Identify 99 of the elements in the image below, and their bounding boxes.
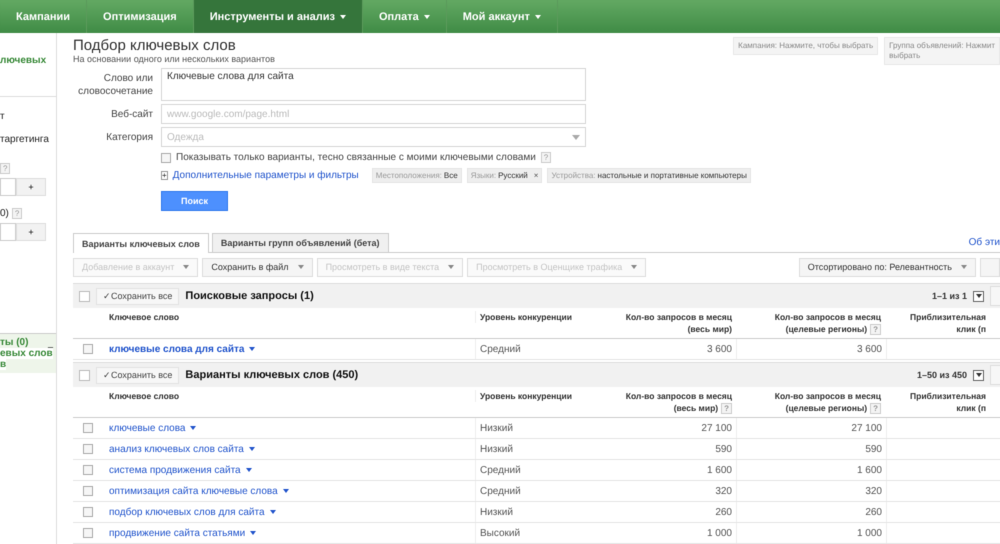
pagination-text: 1–50 из 450 (916, 370, 967, 380)
table-cell: 590 (737, 439, 887, 459)
table-cell: 590 (590, 439, 737, 459)
table-cell: Высокий (475, 523, 590, 543)
table-cell: 3 600 (737, 339, 887, 359)
keyword-link[interactable]: ключевые слова (103, 418, 475, 438)
table-cell: 260 (737, 502, 887, 522)
keyword-link[interactable]: оптимизация сайта ключевые слова (103, 481, 475, 501)
keyword-link[interactable]: ключевые слова для сайта (103, 339, 475, 359)
save-all-button[interactable]: ✓Сохранить все (96, 366, 180, 384)
table-cell: 1 000 (737, 523, 887, 543)
row-checkbox[interactable] (83, 507, 93, 517)
picker-button[interactable]: Группа объявлений: Нажмит выбрать (884, 37, 1000, 65)
nav-tab[interactable]: Оплата (362, 0, 447, 33)
panel-link[interactable]: в (0, 359, 6, 370)
section-title: Варианты ключевых слов (450) (185, 369, 358, 381)
caret-icon (183, 265, 190, 269)
field-label: 0) (0, 208, 9, 218)
about-link[interactable]: Об эти (968, 237, 1000, 248)
caret-icon (298, 265, 304, 269)
column-header[interactable]: Кол-во запросов в месяц (целевые регионы) ? (736, 390, 885, 414)
plus-button[interactable]: + (16, 178, 46, 196)
collapse-icon[interactable] (79, 370, 90, 380)
table-cell: Низкий (475, 418, 590, 438)
table-cell: 320 (590, 481, 737, 501)
sidebar-text: таргетинга (0, 134, 49, 145)
results-tab[interactable]: Варианты ключевых слов (73, 233, 209, 253)
keyword-link[interactable]: подбор ключевых слов для сайта (103, 502, 475, 522)
section-title: Поисковые запросы (1) (185, 290, 314, 302)
caret-icon (961, 265, 967, 269)
save-all-button[interactable]: ✓Сохранить все (96, 288, 180, 304)
table-cell: Средний (475, 481, 590, 501)
nav-tab[interactable]: Мой аккаунт (446, 0, 558, 33)
field-label: Веб-сайт (110, 108, 154, 121)
website-field[interactable]: www.google.com/page.html (161, 104, 586, 124)
caret-icon (631, 265, 638, 269)
column-header[interactable]: Кол-во запросов в месяц (целевые регионы) ? (736, 311, 885, 335)
column-header[interactable]: Кол-во запросов в месяц (весь мир) ? (590, 390, 736, 414)
keyword-field[interactable]: Ключевые слова для сайта (161, 68, 586, 101)
field-label: Категория (105, 131, 154, 144)
panel-link[interactable]: евых слов (0, 348, 53, 359)
panel-title: ты (0) (0, 337, 28, 348)
row-checkbox[interactable] (83, 344, 93, 354)
checkbox[interactable] (161, 152, 171, 162)
page-subtitle: На основании одного или нескольких вариантов (73, 54, 276, 64)
table-cell: 3 600 (590, 339, 737, 359)
row-checkbox[interactable] (83, 465, 93, 475)
sidebar-link[interactable]: лючевых (0, 55, 46, 66)
filter-chip[interactable]: Языки: Русский × (466, 168, 542, 183)
input-field[interactable] (0, 223, 16, 241)
keyword-link[interactable]: продвижение сайта статьями (103, 523, 475, 543)
pagination-text: 1–1 из 1 (932, 291, 967, 301)
table-cell: 1 600 (737, 460, 887, 480)
row-checkbox[interactable] (83, 486, 93, 496)
filter-chip[interactable]: Местоположения: Все (372, 168, 462, 183)
page-title: Подбор ключевых слов (73, 37, 237, 54)
collapse-button[interactable]: _ (44, 338, 56, 348)
picker-button[interactable]: Кампания: Нажмите, чтобы выбрать (733, 37, 878, 55)
results-tab[interactable]: Варианты групп объявлений (бета) (212, 233, 389, 252)
nav-tab[interactable]: Кампании (0, 0, 88, 33)
dropdown-button[interactable] (973, 290, 984, 302)
row-checkbox[interactable] (83, 444, 93, 454)
table-cell: Средний (475, 460, 590, 480)
sort-button[interactable]: Отсортировано по: Релевантность (798, 258, 976, 276)
keyword-link[interactable]: система продвижения сайта (103, 460, 475, 480)
caret-icon (572, 134, 580, 140)
plus-button[interactable]: + (16, 223, 46, 241)
dropdown-button[interactable] (973, 370, 984, 380)
column-header[interactable]: Приблизительная клик (п (885, 390, 986, 414)
column-header[interactable]: Уровень конкуренции (475, 390, 590, 402)
expand-icon[interactable]: + (161, 171, 168, 180)
filters-link[interactable]: Дополнительные параметры и фильтры (172, 170, 359, 181)
toolbar-button[interactable] (980, 258, 1000, 276)
table-cell: 320 (737, 481, 887, 501)
row-checkbox[interactable] (83, 423, 93, 433)
table-cell: Средний (475, 339, 590, 359)
table-cell: Низкий (475, 439, 590, 459)
row-checkbox[interactable] (83, 528, 93, 538)
table-cell: 27 100 (737, 418, 887, 438)
checkbox-label: Показывать только варианты, тесно связанные с моими ключевыми словами (176, 152, 536, 163)
keyword-link[interactable]: анализ ключевых слов сайта (103, 439, 475, 459)
collapse-icon[interactable] (79, 290, 90, 302)
field-label: Слово или словосочетание (77, 72, 154, 98)
caret-icon (448, 265, 454, 269)
table-cell: 260 (590, 502, 737, 522)
column-header[interactable]: Приблизительная клик (п (885, 311, 986, 335)
nav-tab[interactable]: Инструменты и анализ (194, 0, 363, 33)
column-header[interactable]: Кол-во запросов в месяц (весь мир) (590, 311, 736, 335)
column-header[interactable]: Ключевое слово (103, 390, 475, 402)
column-header[interactable]: Ключевое слово (103, 311, 475, 323)
table-cell: 1 600 (590, 460, 737, 480)
toolbar-button[interactable]: Сохранить в файл (202, 258, 313, 276)
filter-chip[interactable]: Устройства: настольные и портативные компьютеры (547, 168, 751, 183)
column-header[interactable]: Уровень конкуренции (475, 311, 590, 323)
table-cell: 1 000 (590, 523, 737, 543)
table-cell: 27 100 (590, 418, 737, 438)
sidebar-text: т (0, 111, 5, 122)
table-cell: Низкий (475, 502, 590, 522)
input-field[interactable] (0, 178, 16, 196)
